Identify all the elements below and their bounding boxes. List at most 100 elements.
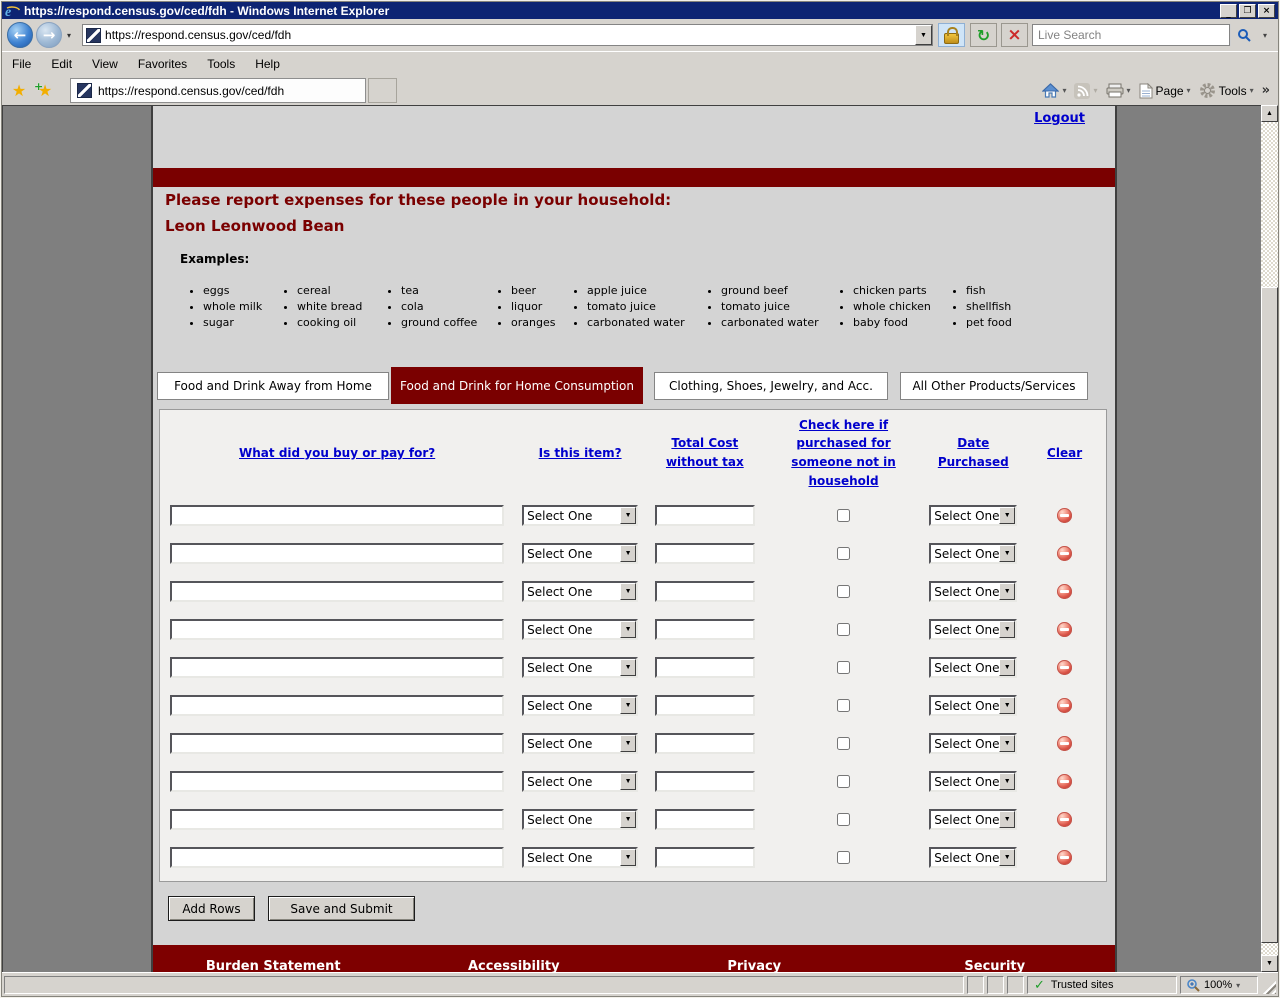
scrollbar-track[interactable] xyxy=(1261,122,1278,955)
footer-link[interactable]: Accessibility xyxy=(468,959,560,972)
is-this-item-select[interactable]: Select One ▼ xyxy=(522,580,639,602)
back-button[interactable]: ← xyxy=(7,22,33,48)
total-cost-input[interactable] xyxy=(654,618,755,640)
home-button[interactable]: ▾ xyxy=(1038,79,1070,103)
new-tab-stub[interactable] xyxy=(368,78,397,103)
header-clear-link[interactable]: Clear xyxy=(1047,444,1082,463)
is-this-item-select[interactable]: Select One ▼ xyxy=(522,732,639,754)
date-purchased-select[interactable]: Select One ▼ xyxy=(929,542,1018,564)
clear-row-button[interactable] xyxy=(1057,621,1073,637)
date-purchased-select[interactable]: Select One ▼ xyxy=(929,770,1018,792)
footer-link[interactable]: Burden Statement xyxy=(206,959,341,972)
total-cost-input[interactable] xyxy=(654,770,755,792)
not-in-household-checkbox[interactable] xyxy=(837,584,851,598)
search-options-dropdown[interactable]: ▾ xyxy=(1257,31,1273,40)
is-this-item-select[interactable]: Select One ▼ xyxy=(522,504,639,526)
favorites-center-button[interactable]: ★ xyxy=(6,79,32,103)
date-purchased-select[interactable]: Select One ▼ xyxy=(929,732,1018,754)
clear-row-button[interactable] xyxy=(1057,735,1073,751)
date-purchased-select[interactable]: Select One ▼ xyxy=(929,846,1018,868)
total-cost-input[interactable] xyxy=(654,694,755,716)
clear-row-button[interactable] xyxy=(1057,697,1073,713)
clear-row-button[interactable] xyxy=(1057,545,1073,561)
item-description-input[interactable] xyxy=(170,504,505,526)
clear-row-button[interactable] xyxy=(1057,849,1073,865)
is-this-item-select[interactable]: Select One ▼ xyxy=(522,656,639,678)
resize-grip[interactable] xyxy=(1261,979,1276,994)
not-in-household-checkbox[interactable] xyxy=(837,850,851,864)
category-tab[interactable]: Clothing, Shoes, Jewelry, and Acc. xyxy=(654,371,888,400)
total-cost-input[interactable] xyxy=(654,504,755,526)
clear-row-button[interactable] xyxy=(1057,659,1073,675)
add-favorite-button[interactable]: ★ + xyxy=(32,79,58,103)
item-description-input[interactable] xyxy=(170,770,505,792)
scroll-up-button[interactable]: ▲ xyxy=(1261,105,1278,122)
clear-row-button[interactable] xyxy=(1057,811,1073,827)
history-dropdown[interactable]: ▾ xyxy=(62,31,76,40)
not-in-household-checkbox[interactable] xyxy=(837,660,851,674)
menu-item[interactable]: Edit xyxy=(41,54,82,74)
total-cost-input[interactable] xyxy=(654,846,755,868)
stop-button[interactable]: × xyxy=(1000,23,1028,47)
is-this-item-select[interactable]: Select One ▼ xyxy=(522,694,639,716)
refresh-button[interactable]: ↻ xyxy=(969,23,997,47)
security-zone-panel[interactable]: ✓ Trusted sites xyxy=(1027,976,1177,994)
address-dropdown-button[interactable]: ▼ xyxy=(914,25,932,45)
total-cost-input[interactable] xyxy=(654,808,755,830)
search-button[interactable] xyxy=(1229,24,1257,46)
minimize-button[interactable]: _ xyxy=(1220,3,1237,19)
footer-link[interactable]: Privacy xyxy=(727,959,781,972)
date-purchased-select[interactable]: Select One ▼ xyxy=(929,694,1018,716)
category-tab[interactable]: Food and Drink Away from Home xyxy=(157,371,389,400)
is-this-item-select[interactable]: Select One ▼ xyxy=(522,542,639,564)
not-in-household-checkbox[interactable] xyxy=(837,698,851,712)
clear-row-button[interactable] xyxy=(1057,773,1073,789)
restore-button[interactable]: ❐ xyxy=(1239,3,1256,18)
total-cost-input[interactable] xyxy=(654,580,755,602)
footer-link[interactable]: Security xyxy=(964,959,1025,972)
menu-item[interactable]: Tools xyxy=(197,54,245,74)
url-input[interactable] xyxy=(101,28,915,42)
category-tab[interactable]: Food and Drink for Home Consumption xyxy=(391,367,643,404)
not-in-household-checkbox[interactable] xyxy=(837,622,851,636)
not-in-household-checkbox[interactable] xyxy=(837,812,851,826)
search-input[interactable] xyxy=(1032,28,1229,42)
menu-item[interactable]: Help xyxy=(245,54,290,74)
header-is-item-link[interactable]: Is this item? xyxy=(539,444,622,463)
date-purchased-select[interactable]: Select One ▼ xyxy=(929,504,1018,526)
not-in-household-checkbox[interactable] xyxy=(837,546,851,560)
item-description-input[interactable] xyxy=(170,732,505,754)
menu-item[interactable]: View xyxy=(82,54,128,74)
is-this-item-select[interactable]: Select One ▼ xyxy=(522,770,639,792)
category-tab[interactable]: All Other Products/Services xyxy=(900,371,1088,400)
zoom-control[interactable]: 100% ▾ xyxy=(1180,976,1258,994)
total-cost-input[interactable] xyxy=(654,542,755,564)
item-description-input[interactable] xyxy=(170,580,505,602)
rss-feeds-button[interactable]: ▾ xyxy=(1070,79,1101,103)
total-cost-input[interactable] xyxy=(654,732,755,754)
item-description-input[interactable] xyxy=(170,846,505,868)
scrollbar-thumb[interactable] xyxy=(1261,287,1278,943)
date-purchased-select[interactable]: Select One ▼ xyxy=(929,808,1018,830)
header-total-cost-link[interactable]: Total Cost without tax xyxy=(659,434,751,471)
menu-item[interactable]: File xyxy=(2,54,41,74)
toolbar-overflow-chevron[interactable]: » xyxy=(1258,83,1274,98)
forward-button[interactable]: → xyxy=(36,22,62,48)
clear-row-button[interactable] xyxy=(1057,507,1073,523)
is-this-item-select[interactable]: Select One ▼ xyxy=(522,618,639,640)
not-in-household-checkbox[interactable] xyxy=(837,736,851,750)
item-description-input[interactable] xyxy=(170,618,505,640)
tools-menu-button[interactable]: Tools ▾ xyxy=(1195,79,1258,103)
save-and-submit-button[interactable]: Save and Submit xyxy=(268,896,415,921)
is-this-item-select[interactable]: Select One ▼ xyxy=(522,808,639,830)
item-description-input[interactable] xyxy=(170,542,505,564)
clear-row-button[interactable] xyxy=(1057,583,1073,599)
not-in-household-checkbox[interactable] xyxy=(837,508,851,522)
item-description-input[interactable] xyxy=(170,694,505,716)
date-purchased-select[interactable]: Select One ▼ xyxy=(929,580,1018,602)
add-rows-button[interactable]: Add Rows xyxy=(168,896,255,921)
header-not-household-link[interactable]: Check here if purchased for someone not … xyxy=(784,416,904,490)
page-menu-button[interactable]: Page ▾ xyxy=(1135,79,1195,103)
item-description-input[interactable] xyxy=(170,656,505,678)
date-purchased-select[interactable]: Select One ▼ xyxy=(929,656,1018,678)
